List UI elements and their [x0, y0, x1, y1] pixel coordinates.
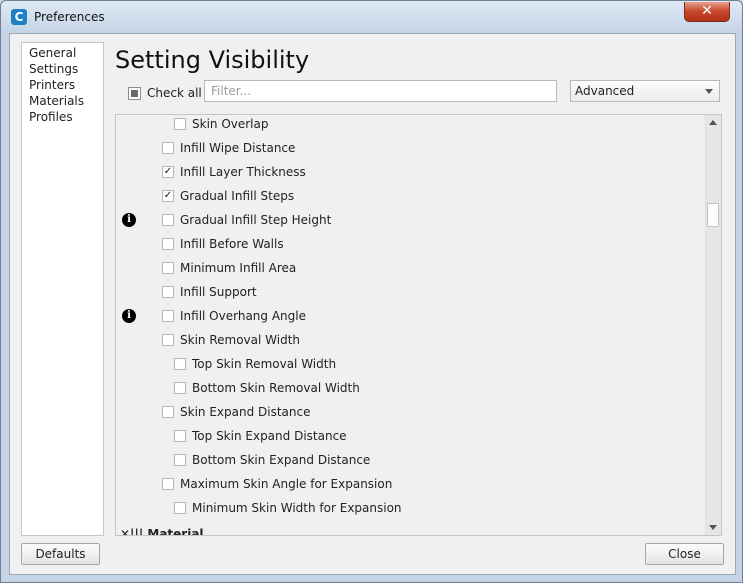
setting-checkbox[interactable]: [162, 478, 174, 490]
setting-row[interactable]: Skin Expand Distance: [162, 404, 310, 420]
sidebar-item-materials[interactable]: Materials: [22, 93, 103, 109]
setting-checkbox[interactable]: [174, 382, 186, 394]
setting-row[interactable]: Maximum Skin Angle for Expansion: [162, 476, 392, 492]
chevron-down-icon: [705, 89, 713, 94]
setting-label: Infill Before Walls: [180, 237, 284, 251]
setting-checkbox[interactable]: [162, 238, 174, 250]
setting-checkbox[interactable]: [162, 262, 174, 274]
setting-label: Bottom Skin Removal Width: [192, 381, 360, 395]
setting-row[interactable]: Minimum Infill Area: [162, 260, 296, 276]
setting-checkbox[interactable]: [162, 406, 174, 418]
defaults-button[interactable]: Defaults: [21, 543, 100, 565]
sidebar-item-settings[interactable]: Settings: [22, 61, 103, 77]
window-close-button[interactable]: ✕: [684, 2, 730, 22]
setting-label: Top Skin Expand Distance: [192, 429, 347, 443]
visibility-preset-dropdown[interactable]: Advanced: [570, 80, 720, 102]
preferences-window: C Preferences ✕ General Settings Printer…: [0, 0, 743, 583]
setting-label: Infill Layer Thickness: [180, 165, 306, 179]
material-icon: ✕|||: [120, 527, 144, 536]
setting-label: Top Skin Removal Width: [192, 357, 337, 371]
setting-label: Minimum Skin Width for Expansion: [192, 501, 402, 515]
setting-row[interactable]: ✓ Infill Layer Thickness: [162, 164, 306, 180]
setting-row[interactable]: Minimum Skin Width for Expansion: [174, 500, 402, 516]
preferences-sidebar: General Settings Printers Materials Prof…: [21, 42, 104, 536]
setting-checkbox[interactable]: [162, 334, 174, 346]
setting-label: Infill Wipe Distance: [180, 141, 296, 155]
checked-checkbox[interactable]: ✓: [162, 166, 174, 178]
scroll-up-arrow-icon[interactable]: [709, 120, 717, 125]
setting-row[interactable]: Infill Wipe Distance: [162, 140, 295, 156]
dropdown-selected-value: Advanced: [575, 84, 635, 98]
setting-label: Maximum Skin Angle for Expansion: [180, 477, 393, 491]
scrollbar-thumb[interactable]: [707, 203, 719, 228]
setting-row[interactable]: ✓ Gradual Infill Steps: [162, 188, 294, 204]
scroll-down-arrow-icon[interactable]: [709, 525, 717, 530]
setting-label: Gradual Infill Steps: [180, 189, 295, 203]
close-button[interactable]: Close: [645, 543, 724, 565]
setting-label: Infill Overhang Angle: [180, 309, 306, 323]
setting-row[interactable]: Bottom Skin Removal Width: [174, 380, 360, 396]
setting-checkbox[interactable]: [162, 142, 174, 154]
setting-row[interactable]: Top Skin Expand Distance: [174, 428, 347, 444]
setting-row[interactable]: Infill Overhang Angle: [162, 308, 306, 324]
cura-app-icon: C: [11, 9, 27, 25]
check-all-box[interactable]: [128, 86, 141, 100]
setting-row[interactable]: Skin Overlap: [174, 116, 269, 132]
category-label: Material: [147, 527, 204, 536]
setting-checkbox[interactable]: [162, 214, 174, 226]
setting-checkbox[interactable]: [174, 454, 186, 466]
settings-list: Skin Overlap Infill Wipe Distance ✓ Infill …: [115, 114, 722, 536]
setting-label: Skin Expand Distance: [180, 405, 311, 419]
setting-checkbox[interactable]: [174, 118, 186, 130]
setting-row[interactable]: Top Skin Removal Width: [174, 356, 336, 372]
setting-label: Skin Removal Width: [180, 333, 300, 347]
setting-checkbox[interactable]: [162, 310, 174, 322]
sidebar-item-general[interactable]: General: [22, 45, 103, 61]
setting-row[interactable]: Infill Support: [162, 284, 257, 300]
setting-row[interactable]: Gradual Infill Step Height: [162, 212, 331, 228]
settings-scrollbar[interactable]: [705, 115, 721, 535]
dialog-body: General Settings Printers Materials Prof…: [9, 33, 736, 575]
setting-label: Minimum Infill Area: [180, 261, 297, 275]
setting-label: Gradual Infill Step Height: [180, 213, 332, 227]
info-icon[interactable]: i: [122, 213, 136, 227]
setting-checkbox[interactable]: [174, 502, 186, 514]
setting-row[interactable]: Infill Before Walls: [162, 236, 284, 252]
setting-checkbox[interactable]: [162, 286, 174, 298]
setting-label: Infill Support: [180, 285, 257, 299]
check-all-checkbox[interactable]: Check all: [128, 84, 202, 102]
check-all-label: Check all: [147, 86, 202, 100]
sidebar-item-printers[interactable]: Printers: [22, 77, 103, 93]
setting-label: Skin Overlap: [192, 117, 269, 131]
setting-checkbox[interactable]: [174, 430, 186, 442]
page-title: Setting Visibility: [115, 46, 310, 74]
setting-label: Bottom Skin Expand Distance: [192, 453, 371, 467]
filter-input[interactable]: [204, 80, 557, 102]
window-title: Preferences: [34, 10, 105, 24]
checked-checkbox[interactable]: ✓: [162, 190, 174, 202]
title-bar[interactable]: C Preferences ✕: [1, 1, 742, 33]
category-header-material[interactable]: ✕||| Material: [120, 527, 204, 536]
sidebar-item-profiles[interactable]: Profiles: [22, 109, 103, 125]
setting-checkbox[interactable]: [174, 358, 186, 370]
setting-row[interactable]: Bottom Skin Expand Distance: [174, 452, 370, 468]
info-icon[interactable]: i: [122, 309, 136, 323]
setting-row[interactable]: Skin Removal Width: [162, 332, 300, 348]
